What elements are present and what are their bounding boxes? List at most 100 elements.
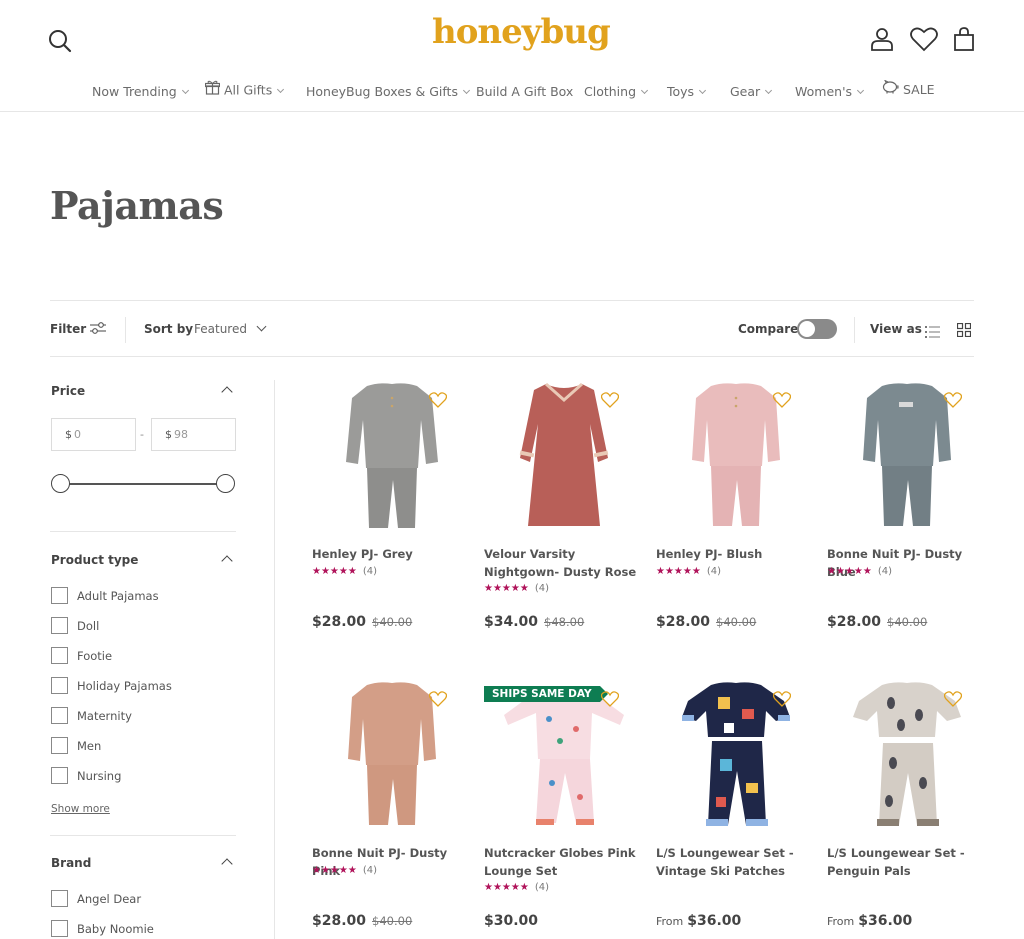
- wishlist-heart-icon[interactable]: [943, 392, 963, 408]
- logo[interactable]: honeybug: [432, 12, 611, 58]
- chevron-down-icon: [640, 86, 649, 95]
- sort-select[interactable]: Featured: [194, 321, 267, 336]
- show-more-link[interactable]: Show more: [51, 803, 110, 815]
- star-rating-icon: ★★★★★: [312, 865, 357, 876]
- nav-label: Now Trending: [92, 84, 177, 99]
- sort-label: Sort by: [144, 322, 194, 336]
- sale-price: $34.00: [484, 614, 539, 630]
- wishlist-heart-icon[interactable]: [428, 691, 448, 707]
- product-title[interactable]: L/S Loungewear Set - Vintage Ski Patches: [656, 844, 821, 880]
- price-slider-min-handle[interactable]: [51, 474, 70, 493]
- facet-divider: [50, 531, 236, 532]
- bag-icon[interactable]: [953, 26, 975, 52]
- account-icon[interactable]: [870, 27, 894, 51]
- chevron-down-icon: [765, 86, 773, 95]
- gift-icon: [204, 80, 221, 98]
- compare-at-price: $40.00: [372, 615, 413, 629]
- checkbox[interactable]: [51, 920, 68, 937]
- chevron-down-icon: [277, 85, 285, 93]
- nav-label: Toys: [667, 84, 695, 99]
- from-label: From: [656, 915, 684, 928]
- wishlist-heart-icon[interactable]: [428, 392, 448, 408]
- checkbox[interactable]: [51, 707, 68, 724]
- filter-button[interactable]: Filter: [50, 322, 106, 336]
- wishlist-heart-icon[interactable]: [772, 691, 792, 707]
- compare-toggle[interactable]: [797, 319, 837, 339]
- currency-symbol: $: [65, 428, 72, 441]
- nav-item-gear[interactable]: Gear: [730, 84, 773, 99]
- checkbox-label: Footie: [77, 649, 113, 663]
- facet-title-product-type: Product type: [51, 553, 139, 567]
- price-row: $28.00 $40.00: [827, 611, 927, 630]
- chevron-up-icon[interactable]: [221, 858, 233, 870]
- compare-label: Compare: [738, 322, 799, 336]
- review-count: (4): [362, 865, 377, 876]
- toggle-knob: [798, 320, 816, 338]
- sale-price: $28.00: [827, 614, 882, 630]
- nav-item-all-gifts[interactable]: All Gifts: [204, 80, 285, 100]
- review-count: (4): [706, 566, 721, 577]
- checkbox[interactable]: [51, 737, 68, 754]
- checkbox[interactable]: [51, 677, 68, 694]
- sale-price: $36.00: [687, 913, 742, 929]
- currency-symbol: $: [165, 428, 172, 441]
- wishlist-heart-icon[interactable]: [600, 392, 620, 408]
- compare-at-price: $48.00: [544, 615, 585, 629]
- checkbox-label: Nursing: [77, 769, 122, 783]
- product-card: SHIPS SAME DAY Nutcracker Globes Pink Lo…: [484, 679, 644, 939]
- price-min-input[interactable]: $0: [51, 418, 136, 451]
- wishlist-heart-icon[interactable]: [943, 691, 963, 707]
- nav-item-sale[interactable]: SALE: [882, 79, 935, 99]
- price-slider-track[interactable]: [60, 483, 226, 485]
- price-row: $30.00: [484, 910, 538, 929]
- sidebar-divider: [274, 380, 275, 939]
- product-rating: ★★★★★ (4): [312, 566, 377, 577]
- product-title[interactable]: Henley PJ- Blush: [656, 545, 821, 563]
- checkbox-label: Men: [77, 739, 102, 753]
- sort-value: Featured: [194, 322, 247, 336]
- product-card: Bonne Nuit PJ- Dusty Pink ★★★★★ (4) $28.0…: [312, 679, 472, 939]
- product-card: Velour Varsity Nightgown- Dusty Rose ★★★…: [484, 380, 644, 640]
- checkbox[interactable]: [51, 890, 68, 907]
- price-max-input[interactable]: $98: [151, 418, 236, 451]
- nav-label: HoneyBug Boxes & Gifts: [306, 84, 458, 99]
- ships-same-day-badge: SHIPS SAME DAY: [484, 686, 608, 702]
- nav-label: All Gifts: [224, 82, 273, 98]
- price-slider-max-handle[interactable]: [216, 474, 235, 493]
- nav-item-womens[interactable]: Women's: [795, 84, 865, 99]
- product-title[interactable]: Henley PJ- Grey: [312, 545, 477, 563]
- nav-item-now-trending[interactable]: Now Trending: [92, 84, 189, 99]
- nav-item-honeybug-boxes[interactable]: HoneyBug Boxes & Gifts: [306, 84, 471, 99]
- list-view-icon[interactable]: [925, 323, 940, 342]
- compare-at-price: $40.00: [887, 615, 928, 629]
- collection-toolbar: Filter Sort by Featured Compare View as: [50, 300, 974, 357]
- product-title[interactable]: L/S Loungewear Set - Penguin Pals: [827, 844, 992, 880]
- chevron-up-icon[interactable]: [221, 555, 233, 567]
- sale-price: $28.00: [312, 913, 367, 929]
- product-title[interactable]: Nutcracker Globes Pink Lounge Set: [484, 844, 649, 880]
- checkbox[interactable]: [51, 647, 68, 664]
- nav-item-toys[interactable]: Toys: [667, 84, 707, 99]
- checkbox[interactable]: [51, 617, 68, 634]
- price-row: From $36.00: [827, 910, 912, 929]
- checkbox[interactable]: [51, 587, 68, 604]
- product-title[interactable]: Velour Varsity Nightgown- Dusty Rose: [484, 545, 649, 581]
- price-row: $28.00 $40.00: [312, 611, 412, 630]
- nav-item-clothing[interactable]: Clothing: [584, 84, 649, 99]
- sale-price: $28.00: [656, 614, 711, 630]
- nav-item-build-a-gift-box[interactable]: Build A Gift Box: [476, 84, 573, 99]
- heart-icon[interactable]: [910, 26, 938, 52]
- star-rating-icon: ★★★★★: [656, 566, 701, 577]
- price-separator: -: [140, 428, 144, 441]
- chevron-up-icon[interactable]: [221, 386, 233, 398]
- piggy-bank-icon: [882, 79, 899, 97]
- review-count: (4): [877, 566, 892, 577]
- checkbox[interactable]: [51, 767, 68, 784]
- wishlist-heart-icon[interactable]: [772, 392, 792, 408]
- chevron-down-icon: [181, 86, 189, 95]
- search-icon[interactable]: [48, 29, 72, 53]
- wishlist-heart-icon[interactable]: [600, 691, 620, 707]
- product-card: Henley PJ- Grey ★★★★★ (4) $28.00 $40.00: [312, 380, 472, 640]
- grid-view-icon[interactable]: [956, 322, 972, 341]
- product-card: Bonne Nuit PJ- Dusty Blue ★★★★★ (4) $28.0…: [827, 380, 987, 640]
